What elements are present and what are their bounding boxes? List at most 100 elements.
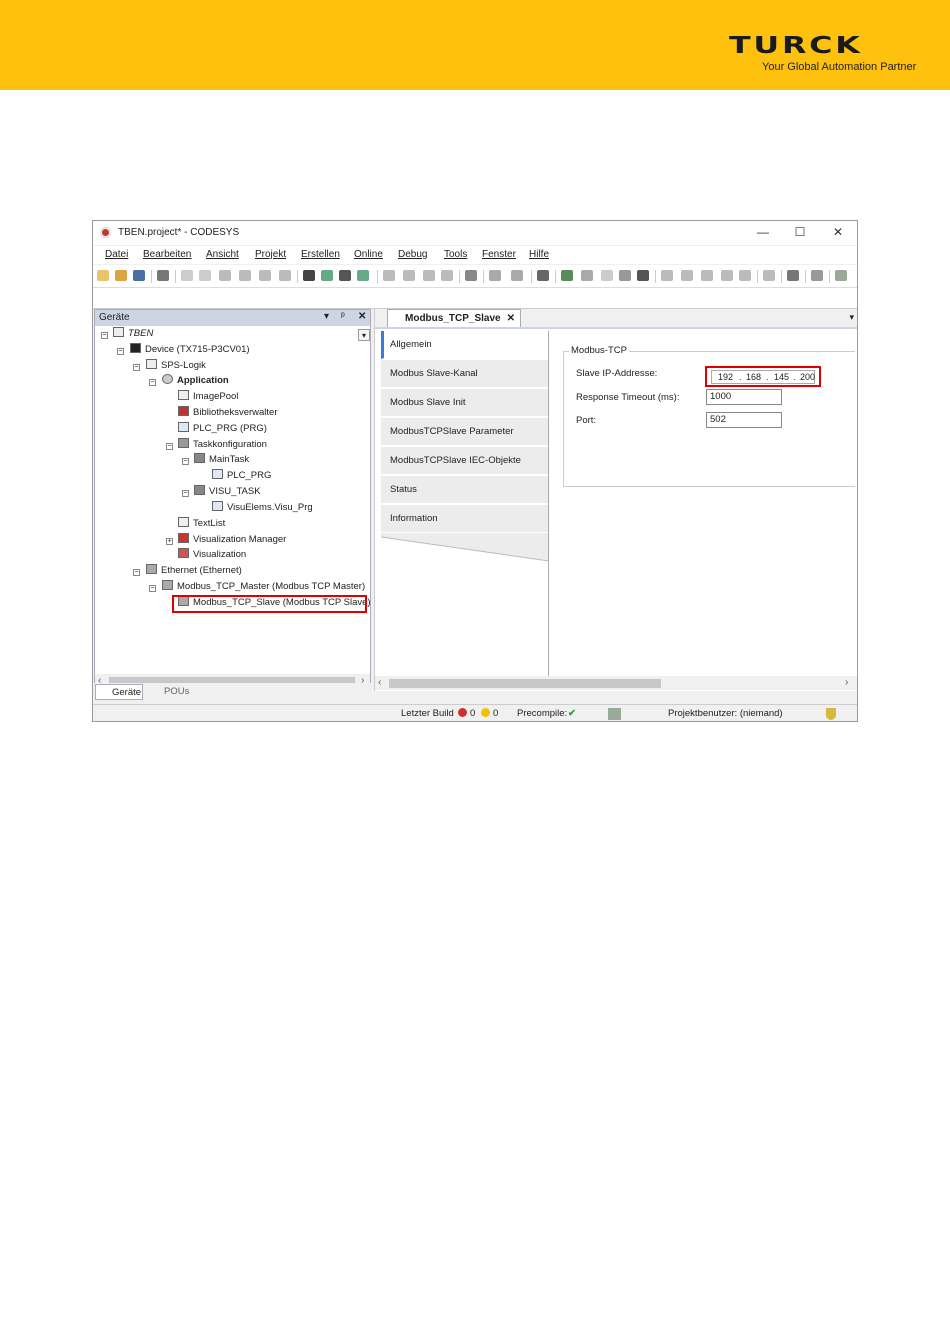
side-tab-slave-init[interactable]: Modbus Slave Init bbox=[381, 389, 549, 417]
collapse-icon[interactable]: − bbox=[101, 332, 108, 339]
tree-node-plc-prg[interactable]: PLC_PRG (PRG) bbox=[178, 422, 267, 436]
device-scan-icon[interactable] bbox=[465, 270, 477, 281]
build-errors[interactable]: 0 bbox=[455, 708, 475, 719]
maximize-button[interactable]: ☐ bbox=[793, 225, 807, 239]
login-icon[interactable] bbox=[561, 270, 573, 281]
pin-icon[interactable]: ᵖ bbox=[341, 311, 345, 322]
slave-ip-input[interactable]: 192 . 168 . 145 . 200 bbox=[711, 370, 815, 384]
tab-pous[interactable]: POUs bbox=[148, 684, 210, 700]
tree-node-task-config[interactable]: Taskkonfiguration bbox=[178, 438, 267, 452]
close-tab-icon[interactable]: ✕ bbox=[507, 310, 515, 327]
tab-list-icon[interactable]: ▾ bbox=[849, 312, 854, 323]
ip-octet-1[interactable]: 192 bbox=[718, 371, 733, 383]
menu-fenster[interactable]: Fenster bbox=[482, 249, 516, 260]
collapse-icon[interactable]: − bbox=[149, 585, 156, 592]
tree-node-textlist[interactable]: TextList bbox=[178, 517, 225, 531]
side-tab-slave-kanal[interactable]: Modbus Slave-Kanal bbox=[381, 360, 549, 388]
side-tab-information[interactable]: Information bbox=[381, 505, 549, 533]
shield-icon[interactable] bbox=[826, 708, 836, 720]
tree-node-ethernet[interactable]: Ethernet (Ethernet) bbox=[146, 564, 242, 578]
write-values-icon[interactable] bbox=[763, 270, 775, 281]
build-icon[interactable] bbox=[537, 270, 549, 281]
collapse-icon[interactable]: − bbox=[182, 458, 189, 465]
tree-node-maintask-plc-prg[interactable]: PLC_PRG bbox=[212, 469, 271, 483]
tree-node-visuelems[interactable]: VisuElems.Visu_Prg bbox=[212, 501, 313, 515]
replace-icon[interactable] bbox=[357, 270, 369, 281]
scrollbar-thumb[interactable] bbox=[389, 679, 661, 688]
ip-octet-2[interactable]: 168 bbox=[746, 371, 761, 383]
save-icon[interactable] bbox=[133, 270, 145, 281]
pane-close-icon[interactable]: ✕ bbox=[358, 311, 366, 322]
tree-node-device[interactable]: Device (TX715-P3CV01) bbox=[130, 343, 250, 357]
step-over-icon[interactable] bbox=[681, 270, 693, 281]
reset-icon[interactable] bbox=[637, 270, 649, 281]
redo-icon[interactable] bbox=[199, 270, 211, 281]
collapse-icon[interactable]: − bbox=[182, 490, 189, 497]
new-project-icon[interactable] bbox=[97, 270, 109, 281]
scroll-right-icon[interactable]: › bbox=[845, 677, 848, 688]
pane-menu-icon[interactable]: ▾ bbox=[324, 311, 329, 322]
cut-icon[interactable] bbox=[219, 270, 231, 281]
bookmark-icon[interactable] bbox=[383, 270, 395, 281]
side-tab-iec-objekte[interactable]: ModbusTCPSlave IEC-Objekte bbox=[381, 447, 549, 475]
bookmark-next-icon[interactable] bbox=[403, 270, 415, 281]
open-icon[interactable] bbox=[115, 270, 127, 281]
bookmark-prev-icon[interactable] bbox=[423, 270, 435, 281]
collapse-icon[interactable]: − bbox=[133, 569, 140, 576]
display-mode-icon[interactable] bbox=[787, 270, 799, 281]
tree-node-maintask[interactable]: MainTask bbox=[194, 453, 249, 467]
collapse-icon[interactable]: − bbox=[166, 443, 173, 450]
tree-node-tben[interactable]: TBEN bbox=[113, 327, 153, 341]
collapse-icon[interactable]: − bbox=[117, 348, 124, 355]
document-tab-modbus-slave[interactable]: Modbus_TCP_Slave ✕ bbox=[387, 309, 521, 327]
bookmark-clear-icon[interactable] bbox=[441, 270, 453, 281]
side-tab-status[interactable]: Status bbox=[381, 476, 549, 504]
find-icon[interactable] bbox=[303, 270, 315, 281]
tab-geraete[interactable]: Geräte bbox=[95, 684, 143, 700]
tree-node-library-manager[interactable]: Bibliotheksverwalter bbox=[178, 406, 277, 420]
copy-icon[interactable] bbox=[239, 270, 251, 281]
tree-node-application[interactable]: Application bbox=[162, 374, 229, 388]
ip-octet-4[interactable]: 200 bbox=[800, 371, 815, 383]
logout-icon[interactable] bbox=[581, 270, 593, 281]
menu-erstellen[interactable]: Erstellen bbox=[301, 249, 340, 260]
menu-hilfe[interactable]: Hilfe bbox=[529, 249, 549, 260]
menu-debug[interactable]: Debug bbox=[398, 249, 427, 260]
tree-dropdown-icon[interactable]: ▾ bbox=[358, 329, 370, 341]
stop-icon[interactable] bbox=[619, 270, 631, 281]
close-button[interactable]: ✕ bbox=[831, 225, 845, 239]
side-tab-allgemein[interactable]: Allgemein bbox=[381, 331, 549, 359]
timeout-input[interactable]: 1000 bbox=[706, 389, 782, 405]
ip-octet-3[interactable]: 145 bbox=[774, 371, 789, 383]
delete-icon[interactable] bbox=[279, 270, 291, 281]
add-object-icon[interactable] bbox=[489, 270, 501, 281]
build-warnings[interactable]: 0 bbox=[478, 708, 498, 719]
run-to-cursor-icon[interactable] bbox=[739, 270, 751, 281]
collapse-icon[interactable]: − bbox=[133, 364, 140, 371]
print-icon[interactable] bbox=[157, 270, 169, 281]
tree-node-visu-task[interactable]: VISU_TASK bbox=[194, 485, 261, 499]
check-icon[interactable] bbox=[835, 270, 847, 281]
export-icon[interactable] bbox=[511, 270, 523, 281]
find-previous-icon[interactable] bbox=[339, 270, 351, 281]
start-icon[interactable] bbox=[601, 270, 613, 281]
tree-node-imagepool[interactable]: ImagePool bbox=[178, 390, 238, 404]
find-next-icon[interactable] bbox=[321, 270, 333, 281]
menu-datei[interactable]: Datei bbox=[105, 249, 128, 260]
minimize-button[interactable]: — bbox=[756, 225, 770, 239]
tree-node-visu-manager[interactable]: Visualization Manager bbox=[178, 533, 286, 547]
collapse-icon[interactable]: − bbox=[149, 379, 156, 386]
paste-icon[interactable] bbox=[259, 270, 271, 281]
watch-icon[interactable] bbox=[811, 270, 823, 281]
expand-icon[interactable]: + bbox=[166, 538, 173, 545]
step-into-icon[interactable] bbox=[701, 270, 713, 281]
tree-node-modbus-master[interactable]: Modbus_TCP_Master (Modbus TCP Master) bbox=[162, 580, 365, 594]
scroll-left-icon[interactable]: ‹ bbox=[378, 677, 381, 688]
undo-icon[interactable] bbox=[181, 270, 193, 281]
menu-tools[interactable]: Tools bbox=[444, 249, 467, 260]
menu-online[interactable]: Online bbox=[354, 249, 383, 260]
breakpoint-icon[interactable] bbox=[661, 270, 673, 281]
side-tab-parameter[interactable]: ModbusTCPSlave Parameter bbox=[381, 418, 549, 446]
step-out-icon[interactable] bbox=[721, 270, 733, 281]
tree-node-sps-logik[interactable]: SPS-Logik bbox=[146, 359, 206, 373]
